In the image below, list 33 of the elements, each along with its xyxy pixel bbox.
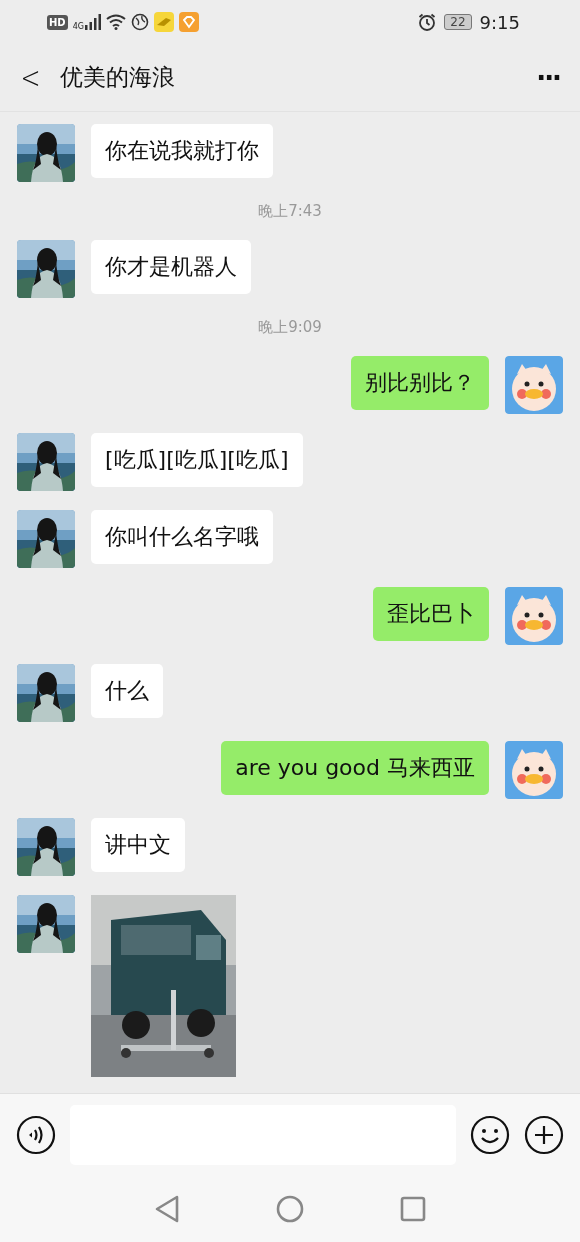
more-button[interactable]: ··· [536,62,560,93]
battery-level: 22 [444,14,472,30]
alarm-icon [418,13,437,31]
cartoon-avatar-icon [505,587,563,645]
message-bubble: 别比别比？ [351,356,489,410]
recents-nav-icon[interactable] [400,1195,426,1222]
chat-title: 优美的海浪 [60,63,175,92]
plus-icon[interactable] [524,1114,564,1155]
hd-badge: HD [47,14,68,30]
message-bubble: 你才是机器人 [91,240,251,294]
voice-icon[interactable] [16,1114,56,1155]
clock-time: 9:15 [479,11,520,33]
emoji-icon[interactable] [470,1114,510,1155]
back-nav-icon[interactable] [154,1194,180,1223]
cartoon-avatar-icon [505,356,563,414]
back-button[interactable]: < [20,60,40,95]
message-bubble: 歪比巴卜 [373,587,489,641]
network-type: 4G [72,22,84,31]
message-bubble: [吃瓜][吃瓜][吃瓜] [91,433,303,487]
message-bubble: 你在说我就打你 [91,124,273,178]
timestamp: 晚上9:09 [258,317,322,337]
home-nav-icon[interactable] [276,1194,304,1223]
wifi-icon [105,14,126,30]
message-bubble: 什么 [91,664,163,718]
signal-icon [84,14,101,30]
message-bubble: 你叫什么名字哦 [91,510,273,564]
globe-icon [130,13,149,31]
app-icon [153,12,174,32]
message-bubble: 讲中文 [91,818,185,872]
cartoon-avatar-icon [505,741,563,799]
app-icon [178,12,199,32]
message-bubble: are you good 马来西亚 [221,741,489,795]
timestamp: 晚上7:43 [258,201,322,221]
